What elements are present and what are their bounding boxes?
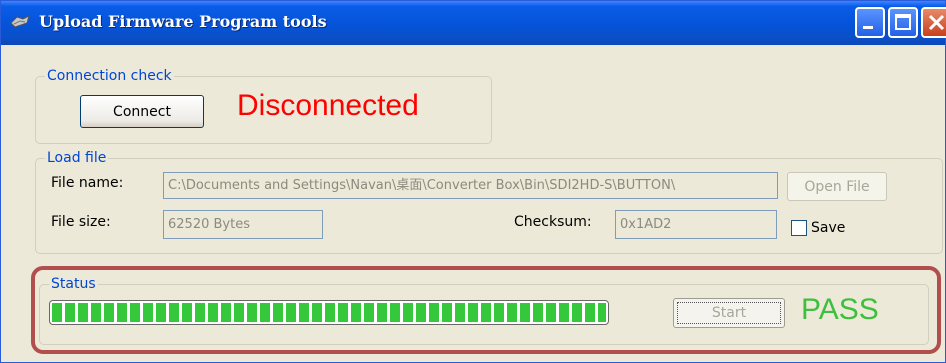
- status-highlight-annotation: [31, 266, 941, 354]
- title-bar[interactable]: Upload Firmware Program tools: [1, 1, 946, 45]
- maximize-icon: [895, 14, 911, 30]
- save-label: Save: [811, 220, 846, 236]
- load-file-legend: Load file: [47, 150, 107, 166]
- client-area: Connection check Connect Disconnected Lo…: [1, 45, 945, 362]
- file-name-field[interactable]: C:\Documents and Settings\Navan\桌面\Conve…: [163, 172, 778, 199]
- save-checkbox[interactable]: [791, 220, 807, 236]
- app-window: Upload Firmware Program tools Connection…: [0, 0, 946, 363]
- minimize-button[interactable]: [855, 7, 885, 38]
- checksum-field[interactable]: 0x1AD2: [615, 210, 777, 239]
- file-size-field[interactable]: 62520 Bytes: [163, 210, 323, 239]
- open-file-button[interactable]: Open File: [787, 172, 887, 201]
- maximize-button[interactable]: [888, 7, 918, 38]
- file-size-label: File size:: [51, 214, 111, 230]
- checksum-label: Checksum:: [514, 214, 592, 230]
- close-icon: [928, 14, 945, 31]
- file-name-label: File name:: [51, 175, 124, 191]
- connection-status-text: Disconnected: [237, 89, 419, 122]
- app-icon: [10, 15, 30, 28]
- connect-button[interactable]: Connect: [80, 95, 204, 128]
- minimize-icon: [863, 26, 873, 29]
- window-title: Upload Firmware Program tools: [39, 12, 327, 31]
- connection-check-legend: Connection check: [47, 68, 172, 84]
- close-button[interactable]: [921, 7, 946, 38]
